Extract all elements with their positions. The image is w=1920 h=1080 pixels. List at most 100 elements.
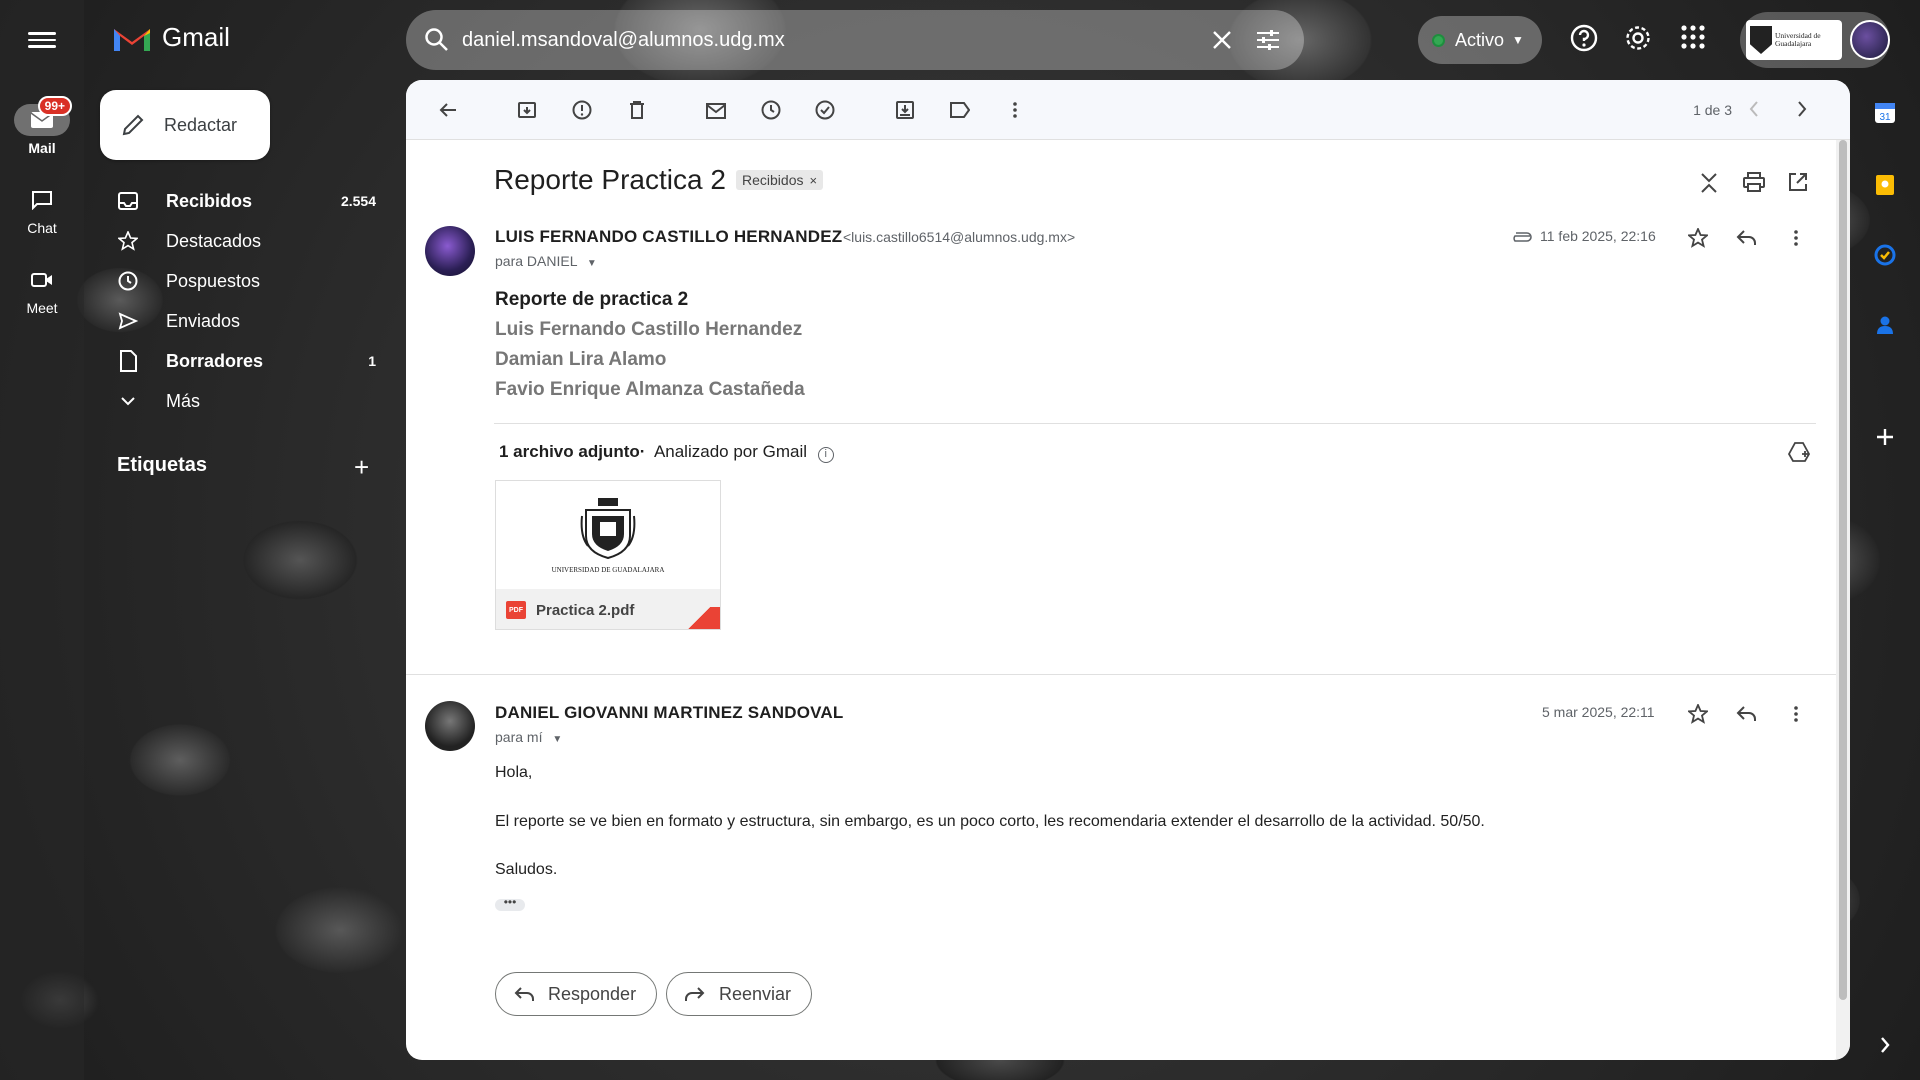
chat-icon — [14, 184, 70, 216]
nav-item-more[interactable]: Más — [116, 383, 386, 419]
close-icon[interactable] — [1212, 30, 1232, 50]
trash-icon — [630, 100, 644, 119]
nav-label: Enviados — [166, 310, 241, 331]
nav-item-starred[interactable]: Destacados — [116, 223, 386, 259]
delete-button[interactable] — [617, 90, 657, 130]
chevron-left-icon[interactable] — [1748, 100, 1760, 118]
collapse-all-icon[interactable] — [1700, 172, 1718, 194]
message-greeting: Hola, — [495, 764, 533, 781]
scrollbar[interactable] — [1836, 140, 1850, 1060]
divider — [494, 423, 1816, 424]
status-dot — [1432, 33, 1445, 47]
label-chip: Recibidos × — [736, 170, 824, 190]
avatar[interactable] — [425, 701, 475, 751]
rail-mail[interactable]: 99+ Mail — [0, 96, 84, 156]
move-icon — [896, 100, 914, 119]
main-menu-button[interactable] — [28, 28, 56, 52]
attachments-count: 1 archivo adjunto — [499, 442, 640, 461]
add-to-drive-icon[interactable] — [1788, 442, 1810, 462]
rail-chat[interactable]: Chat — [0, 184, 84, 236]
attachments-scan: Analizado por Gmail — [653, 442, 808, 461]
more-vert-icon[interactable] — [1794, 706, 1798, 722]
labels-heading: Etiquetas — [117, 454, 208, 476]
sender-name[interactable]: LUIS FERNANDO CASTILLO HERNANDEZ — [495, 227, 842, 247]
caret-down-icon: ▼ — [552, 734, 563, 745]
filter-icon[interactable] — [1256, 29, 1280, 51]
nav-item-drafts[interactable]: Borradores 1 — [116, 343, 386, 379]
apps-grid-icon[interactable] — [1680, 24, 1706, 50]
back-button[interactable] — [428, 90, 468, 130]
snooze-button[interactable] — [751, 90, 791, 130]
open-new-window-icon[interactable] — [1788, 172, 1808, 192]
gmail-logo[interactable]: Gmail — [112, 22, 230, 53]
move-to-button[interactable] — [885, 90, 925, 130]
pencil-icon — [122, 114, 144, 136]
status-label: Activo — [1455, 29, 1505, 50]
preview-caption: UNIVERSIDAD DE GUADALAJARA — [551, 566, 665, 574]
forward-button[interactable]: Reenviar — [666, 972, 813, 1016]
chevron-right-icon[interactable] — [1872, 1032, 1898, 1058]
rail-meet[interactable]: Meet — [0, 264, 84, 316]
info-icon[interactable]: i — [817, 447, 834, 463]
attachment-preview: UNIVERSIDAD DE GUADALAJARA — [496, 481, 720, 589]
star-button[interactable] — [1688, 228, 1708, 248]
compose-button[interactable]: Redactar — [100, 90, 270, 160]
pdf-icon: PDF — [506, 601, 526, 619]
message-closing: Saludos. — [495, 861, 558, 878]
attachment-name: Practica 2.pdf — [536, 601, 635, 619]
report-spam-button[interactable] — [562, 90, 602, 130]
keep-icon[interactable] — [1872, 172, 1898, 198]
search-icon[interactable] — [424, 27, 450, 53]
more-vert-icon[interactable] — [1794, 230, 1798, 246]
star-button[interactable] — [1688, 704, 1708, 724]
show-trimmed-content-button[interactable]: ••• — [495, 896, 525, 911]
forward-label: Reenviar — [719, 983, 792, 1004]
add-label-button[interactable]: + — [354, 452, 369, 483]
add-app-icon[interactable] — [1872, 424, 1898, 450]
more-options-button[interactable] — [995, 90, 1035, 130]
nav-item-sent[interactable]: Enviados — [116, 303, 386, 339]
search-input[interactable]: daniel.msandoval@alumnos.udg.mx — [462, 29, 1212, 52]
help-icon[interactable] — [1570, 24, 1598, 52]
nav-item-snoozed[interactable]: Pospuestos — [116, 263, 386, 299]
gear-icon[interactable] — [1624, 24, 1652, 52]
search-bar[interactable]: daniel.msandoval@alumnos.udg.mx — [406, 10, 1304, 70]
attachment-card[interactable]: UNIVERSIDAD DE GUADALAJARA PDF Practica … — [495, 480, 721, 630]
recipient-details[interactable]: para DANIEL ▼ — [495, 253, 597, 269]
reply-icon[interactable] — [1736, 229, 1756, 247]
status-button[interactable]: Activo ▼ — [1418, 16, 1542, 64]
nav-item-inbox[interactable]: Recibidos 2.554 — [116, 183, 386, 219]
clock-icon — [116, 271, 140, 291]
add-task-button[interactable] — [806, 90, 846, 130]
avatar[interactable] — [425, 226, 475, 276]
tasks-icon[interactable] — [1872, 242, 1898, 268]
video-icon — [14, 264, 70, 296]
mail-badge: 99+ — [37, 96, 72, 116]
print-icon[interactable] — [1743, 172, 1765, 192]
calendar-icon[interactable]: 31 — [1872, 100, 1898, 126]
labels-button[interactable] — [940, 90, 980, 130]
page-fold — [676, 607, 720, 629]
nav-label: Más — [166, 390, 201, 411]
contacts-icon[interactable] — [1872, 312, 1898, 338]
avatar[interactable] — [1850, 20, 1890, 60]
sender-name[interactable]: DANIEL GIOVANNI MARTINEZ SANDOVAL — [495, 703, 844, 723]
reply-icon[interactable] — [1736, 705, 1756, 723]
chevron-right-icon[interactable] — [1796, 100, 1808, 118]
organization-logo: Universidad de Guadalajara — [1746, 20, 1842, 60]
body-line: Damian Lira Alamo — [495, 349, 667, 370]
message-date: 11 feb 2025, 22:16 — [1540, 228, 1656, 244]
rail-mail-label: Mail — [28, 140, 56, 156]
attachments-header: 1 archivo adjunto· Analizado por Gmail i — [499, 442, 834, 463]
scroll-thumb[interactable] — [1839, 140, 1847, 1000]
rail-chat-label: Chat — [27, 220, 57, 236]
archive-button[interactable] — [507, 90, 547, 130]
caret-down-icon: ▼ — [586, 258, 597, 269]
recipient-details[interactable]: para mí ▼ — [495, 729, 562, 745]
body-title: Reporte de practica 2 — [495, 289, 689, 310]
remove-label-icon[interactable]: × — [809, 173, 817, 188]
paperclip-icon — [1513, 232, 1532, 242]
message-date: 5 mar 2025, 22:11 — [1542, 704, 1655, 720]
reply-button[interactable]: Responder — [495, 972, 658, 1016]
mark-unread-button[interactable] — [696, 90, 736, 130]
